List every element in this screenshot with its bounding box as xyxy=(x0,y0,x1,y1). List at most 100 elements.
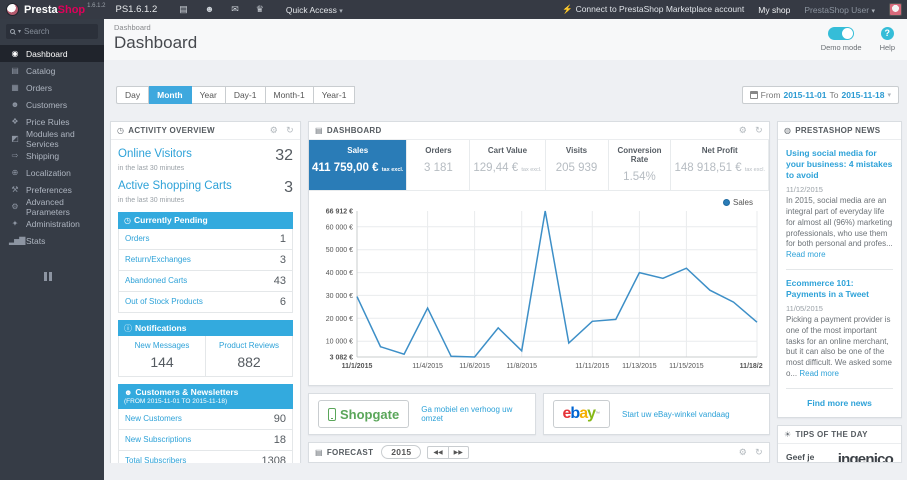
sidebar-collapse-button[interactable] xyxy=(44,272,52,281)
tips-panel-title: TIPS OF THE DAY xyxy=(795,429,868,439)
activity-stat: Online Visitors 32 in the last 30 minute… xyxy=(118,147,293,173)
shopgate-link[interactable]: Ga mobiel en verhoog uw omzet xyxy=(421,405,525,423)
ingenico-logo[interactable]: ingenico Payment services xyxy=(838,452,894,462)
sidebar-menu-item[interactable]: ⇨ Shipping xyxy=(0,147,104,164)
svg-text:60 000 €: 60 000 € xyxy=(326,224,353,231)
pending-row-value: 43 xyxy=(273,274,286,287)
refresh-icon[interactable]: ↻ xyxy=(755,125,763,136)
kpi-tile[interactable]: Cart Value 129,44 € tax excl. xyxy=(470,140,546,190)
news-article-title[interactable]: Using social media for your business: 4 … xyxy=(786,148,893,181)
range-button[interactable]: Month-1 xyxy=(265,86,314,104)
demo-mode-toggle[interactable] xyxy=(828,27,855,40)
menu-item-icon: ❖ xyxy=(11,117,18,126)
activity-stat-value: 32 xyxy=(275,147,293,164)
sidebar-menu-item[interactable]: ⚙ Advanced Parameters xyxy=(0,197,104,217)
sidebar-menu-item[interactable]: ⚒ Preferences xyxy=(0,181,104,198)
range-button[interactable]: Month xyxy=(149,86,192,104)
pending-row-label[interactable]: Out of Stock Products xyxy=(125,297,203,306)
kpi-tile[interactable]: Net Profit 148 918,51 € tax excl. xyxy=(671,140,769,190)
pending-row[interactable]: Return/Exchanges 3 xyxy=(119,248,292,270)
gear-icon[interactable]: ⚙ xyxy=(739,447,747,458)
customers-row[interactable]: New Customers 90 xyxy=(119,408,292,429)
notification-value: 144 xyxy=(150,354,174,371)
sidebar-menu-item[interactable]: ▤ Catalog xyxy=(0,62,104,79)
pending-list: Orders 1 Return/Exchanges 3 Abandoned Ca… xyxy=(118,228,293,313)
read-more-link[interactable]: Read more xyxy=(799,369,839,378)
customers-row[interactable]: Total Subscribers 1308 xyxy=(119,449,292,463)
range-button[interactable]: Year-1 xyxy=(313,86,356,104)
svg-text:11/8/2015: 11/8/2015 xyxy=(506,363,537,370)
sidebar-menu-item[interactable]: ❖ Price Rules xyxy=(0,113,104,130)
customers-row-label[interactable]: Total Subscribers xyxy=(125,456,186,463)
customers-row-label[interactable]: New Customers xyxy=(125,414,182,423)
marketplace-connect-link[interactable]: ⚡ Connect to PrestaShop Marketplace accou… xyxy=(562,4,744,15)
gear-icon[interactable]: ⚙ xyxy=(270,125,278,136)
refresh-icon[interactable]: ↻ xyxy=(286,125,294,136)
user-menu[interactable]: PrestaShop User ▾ xyxy=(804,5,875,15)
news-article-title[interactable]: Ecommerce 101: Payments in a Tweet xyxy=(786,278,893,300)
pending-row-label[interactable]: Abandoned Carts xyxy=(125,276,187,285)
notification-value: 882 xyxy=(237,354,261,371)
forecast-year[interactable]: 2015 xyxy=(381,445,422,459)
from-date: 2015-11-01 xyxy=(783,90,827,100)
refresh-icon[interactable]: ↻ xyxy=(755,447,763,458)
pending-row-label[interactable]: Orders xyxy=(125,234,149,243)
news-article-excerpt: In 2015, social media are an integral pa… xyxy=(786,196,893,249)
help-icon[interactable]: ? xyxy=(880,27,894,40)
date-range-picker[interactable]: From 2015-11-01 To 2015-11-18 ▾ xyxy=(741,86,899,104)
next-year-button[interactable]: ▶▶ xyxy=(447,445,469,459)
help-label: Help xyxy=(879,43,895,52)
menu-item-label: Stats xyxy=(26,235,46,246)
activity-stat-link[interactable]: Online Visitors xyxy=(118,148,192,160)
cart-icon[interactable]: ▤ xyxy=(179,4,188,15)
previous-year-button[interactable]: ◀◀ xyxy=(427,445,448,459)
customers-row[interactable]: New Subscriptions 18 xyxy=(119,428,292,450)
sidebar-menu-item[interactable]: ▦ Orders xyxy=(0,79,104,96)
cart-icon: ▤ xyxy=(315,126,323,135)
sidebar-menu-item[interactable]: ◩ Modules and Services xyxy=(0,128,104,149)
pending-row-label[interactable]: Return/Exchanges xyxy=(125,255,191,264)
customers-row-label[interactable]: New Subscriptions xyxy=(125,435,191,444)
sidebar-menu-item[interactable]: ✦ Administration xyxy=(0,215,104,232)
user-avatar[interactable] xyxy=(889,3,902,16)
pending-row[interactable]: Out of Stock Products 6 xyxy=(119,290,292,312)
sidebar-menu-item[interactable]: ▂▅▇ Stats xyxy=(0,232,104,249)
sidebar-menu-item[interactable]: ⊕ Localization xyxy=(0,164,104,181)
range-button[interactable]: Year xyxy=(191,86,226,104)
kpi-value: 3 181 xyxy=(424,162,453,174)
sidebar-search[interactable]: ▾ xyxy=(6,24,98,39)
kpi-value: 205 939 xyxy=(555,162,598,174)
search-input[interactable] xyxy=(24,27,85,36)
search-scope-caret-icon[interactable]: ▾ xyxy=(18,28,21,35)
pending-row[interactable]: Orders 1 xyxy=(119,228,292,249)
pending-row[interactable]: Abandoned Carts 43 xyxy=(119,269,292,291)
kpi-tile[interactable]: Orders 3 181 xyxy=(407,140,471,190)
ebay-logo[interactable]: ebay ™ xyxy=(552,400,610,428)
person-icon[interactable]: ☻ xyxy=(205,4,214,15)
sidebar-menu-item[interactable]: ☻ Customers xyxy=(0,96,104,113)
ebay-link[interactable]: Start uw eBay-winkel vandaag xyxy=(622,410,730,419)
clock-icon: ◷ xyxy=(124,216,131,225)
kpi-tile[interactable]: Sales 411 759,00 € tax excl. xyxy=(309,140,408,190)
read-more-link[interactable]: Read more xyxy=(786,250,826,259)
range-button[interactable]: Day-1 xyxy=(225,86,266,104)
notification-cell[interactable]: Product Reviews 882 xyxy=(205,336,292,377)
pending-row-value: 3 xyxy=(279,253,286,266)
kpi-tile[interactable]: Visits 205 939 xyxy=(546,140,609,190)
clock-icon: ◷ xyxy=(117,126,125,135)
find-more-news-link[interactable]: Find more news xyxy=(786,397,893,413)
shopgate-logo[interactable]: Shopgate xyxy=(318,400,410,428)
gear-icon[interactable]: ⚙ xyxy=(739,125,747,136)
sidebar-menu-item[interactable]: ◉ Dashboard xyxy=(0,45,104,62)
mail-icon[interactable]: ✉ xyxy=(231,4,239,15)
range-button[interactable]: Day xyxy=(116,86,150,104)
person-icon: ☻ xyxy=(124,388,133,398)
kpi-tax-suffix: tax excl. xyxy=(744,167,765,173)
notification-cell[interactable]: New Messages 144 xyxy=(119,336,205,376)
kpi-tile[interactable]: Conversion Rate 1.54% xyxy=(609,140,672,190)
menu-item-label: Modules and Services xyxy=(26,128,75,149)
quick-access-menu[interactable]: Quick Access ▾ xyxy=(286,5,343,15)
activity-stat-link[interactable]: Active Shopping Carts xyxy=(118,180,232,192)
trophy-icon[interactable]: ♛ xyxy=(256,4,264,15)
my-shop-link[interactable]: My shop xyxy=(758,5,790,15)
